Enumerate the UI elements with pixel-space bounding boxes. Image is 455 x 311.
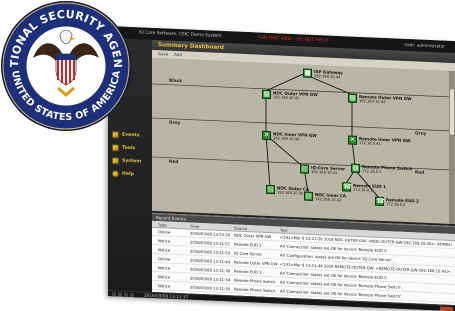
zone-label-black: Black bbox=[169, 78, 183, 85]
event-type: Online bbox=[158, 256, 171, 262]
column-header-source[interactable]: Source bbox=[234, 226, 247, 232]
status-indicator bbox=[124, 292, 128, 297]
device-icon: ■ bbox=[303, 68, 312, 78]
map-scrollbar[interactable] bbox=[449, 70, 455, 225]
event-time: 2016/03/08 13:11:50 bbox=[190, 248, 231, 256]
scrollbar-thumb[interactable] bbox=[450, 88, 454, 136]
status-datetime: 2016/03/08 13:12:37 bbox=[144, 292, 189, 300]
phone-icon: ☎ bbox=[342, 182, 352, 192]
sidebar-item-label: Help bbox=[122, 171, 134, 178]
event-time: 2016/03/08 13:11:38 bbox=[190, 266, 231, 274]
event-type: Notice bbox=[158, 238, 171, 244]
event-type: Notice bbox=[158, 274, 171, 280]
link-noc-inner-outer-ca bbox=[265, 134, 271, 187]
zone-label-red-right: Red bbox=[415, 170, 425, 176]
device-icon: ▦ bbox=[262, 89, 271, 100]
server-icon: ▤ bbox=[300, 164, 309, 174]
event-source: IQ-Core Server bbox=[234, 250, 263, 257]
node-ip: 172.16.0.1 bbox=[353, 187, 373, 193]
logout-button[interactable] bbox=[440, 306, 453, 311]
nsa-seal-logo: NATIONAL SECURITY AGENCY UNITED STATES O… bbox=[0, 0, 131, 131]
system-icon bbox=[112, 157, 119, 165]
add-button[interactable]: Add bbox=[172, 52, 184, 59]
save-button[interactable]: Save bbox=[156, 51, 170, 58]
zone-label-red-left: Red bbox=[169, 159, 179, 166]
zone-label-grey-right: Grey bbox=[415, 131, 427, 137]
event-source: Remote Phone Switch bbox=[234, 277, 276, 285]
help-icon bbox=[112, 170, 119, 178]
grey-zone-line bbox=[152, 117, 449, 132]
tools-icon bbox=[112, 144, 119, 152]
server-icon: ▤ bbox=[304, 191, 313, 201]
event-type: Notice bbox=[158, 247, 171, 253]
network-map[interactable]: Black Grey Grey Red Red ■ ISP Gateway 19… bbox=[152, 57, 449, 224]
event-time: 2016/03/08 13:11:51 bbox=[190, 239, 231, 247]
device-icon: ✕ bbox=[348, 135, 357, 145]
sidebar-item-label: System bbox=[122, 158, 142, 165]
phone-icon: ☎ bbox=[375, 196, 385, 207]
event-source: Remote Phone Switch bbox=[234, 286, 276, 294]
sidebar-item-tools[interactable]: Tools bbox=[112, 143, 150, 154]
column-header-type[interactable]: Type bbox=[158, 222, 167, 227]
event-type: Online bbox=[158, 229, 171, 235]
user-label: User: administrator bbox=[404, 41, 445, 49]
device-icon: ▦ bbox=[348, 93, 357, 103]
recent-events-panel: Recent Events Type Time Source Text Onli… bbox=[152, 212, 455, 307]
status-indicator bbox=[130, 292, 134, 298]
node-ip: 172.16.0.2 bbox=[386, 202, 406, 207]
event-source: NOC Outer VPN GW bbox=[234, 232, 272, 240]
event-type: Notice bbox=[158, 265, 171, 271]
sidebar-item-label: Tools bbox=[122, 145, 136, 152]
sidebar-item-help[interactable]: Help bbox=[112, 169, 150, 180]
classification-banner: FOR TEST ONLY - DO NOT FIELD bbox=[258, 35, 328, 44]
sidebar-item-system[interactable]: System bbox=[112, 156, 150, 167]
events-icon bbox=[112, 131, 119, 139]
node-ip: 172.16.0.3 bbox=[362, 169, 382, 174]
event-source: Remote EUD 1 bbox=[234, 241, 262, 248]
event-time: 2016/03/08 13:11:30 bbox=[190, 284, 231, 292]
event-time: 2016/03/08 13:11:34 bbox=[190, 275, 231, 283]
event-type: Notice bbox=[158, 283, 171, 289]
event-source: Remote EUD 1 bbox=[234, 268, 262, 275]
event-time: 2016/03/08 13:11:44 bbox=[190, 257, 231, 265]
switch-icon: ▦ bbox=[351, 163, 360, 174]
event-source: Remote Outer VPN GW bbox=[234, 259, 278, 267]
application-window: IQ Core Software, CSfC Demo System FOR T… bbox=[108, 26, 455, 311]
sidebar-item-label: Events bbox=[122, 132, 140, 139]
device-icon: ✕ bbox=[262, 130, 271, 141]
server-icon: ▤ bbox=[266, 184, 275, 195]
column-header-time[interactable]: Time bbox=[190, 224, 199, 229]
window-title: IQ Core Software, CSfC Demo System bbox=[139, 30, 222, 39]
column-header-text[interactable]: Text bbox=[280, 228, 288, 233]
zone-label-grey-left: Grey bbox=[169, 120, 181, 127]
event-time: 2016/03/08 13:23:28 bbox=[190, 230, 231, 238]
